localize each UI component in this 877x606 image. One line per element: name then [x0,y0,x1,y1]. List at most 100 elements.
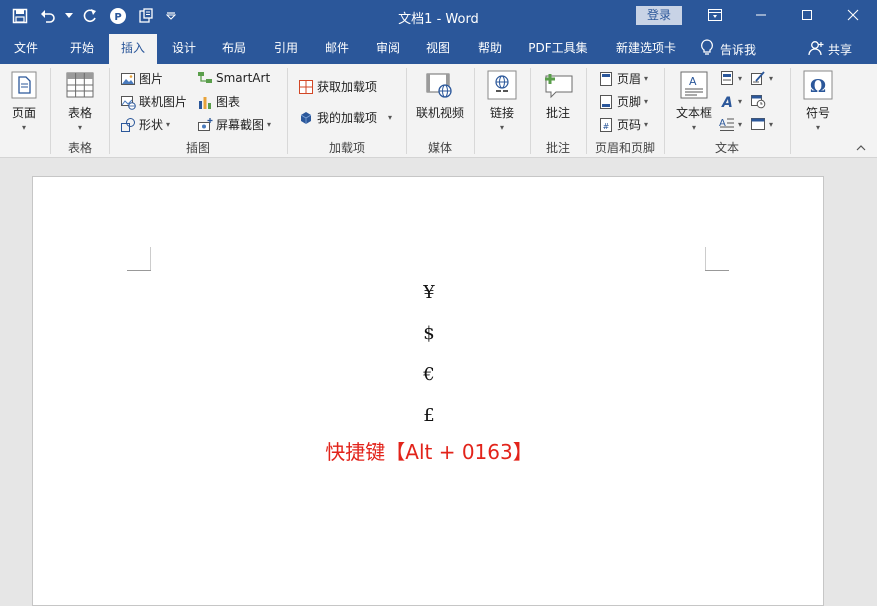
undo-icon[interactable] [36,5,60,27]
chevron-down-icon: ▾ [77,123,82,132]
tell-me-label: 告诉我 [720,42,757,57]
group-label-illustrations: 插图 [185,141,210,155]
save-icon[interactable] [8,5,32,27]
symbol-button[interactable]: Ω 符号 ▾ [800,66,836,132]
picture-label: 图片 [139,72,164,86]
form-icon[interactable] [134,5,158,27]
wordart-button[interactable]: A ▾ [719,93,742,109]
table-label: 表格 [67,106,92,120]
signature-line-button[interactable]: ▾ [750,70,773,86]
group-divider [790,68,791,154]
textbox-button[interactable]: A 文本框 ▾ [672,66,716,132]
link-icon [485,68,519,102]
ribbon-display-options-icon[interactable] [692,0,738,30]
date-time-icon [750,93,766,109]
footer-label: 页脚 [617,95,642,109]
chevron-down-icon: ▾ [644,97,649,106]
chart-label: 图表 [216,95,241,109]
tab-mailings[interactable]: 邮件 [313,34,361,64]
smartart-button[interactable]: SmartArt [197,70,270,86]
group-label-media: 媒体 [427,141,452,155]
shapes-icon [120,117,136,133]
login-button[interactable]: 登录 [636,6,682,25]
page-number-label: 页码 [617,118,642,132]
document-canvas: ¥ $ € £ 快捷键【Alt + 0163】 [0,158,877,606]
quick-access-toolbar: P [8,5,180,27]
pound-symbol: £ [423,405,435,426]
group-divider [50,68,51,154]
close-icon[interactable] [830,0,876,30]
smartart-icon [197,70,213,86]
my-addins-button[interactable]: 我的加载项 ▾ [298,109,392,126]
group-divider [474,68,475,154]
online-video-icon [423,68,457,102]
page-icon [7,68,41,102]
group-label-text: 文本 [714,141,739,155]
tab-pdf-tools[interactable]: PDF工具集 [522,34,594,64]
tell-me-search[interactable]: 告诉我 [700,34,756,64]
minimize-icon[interactable] [738,0,784,30]
chevron-down-icon: ▾ [769,119,774,129]
tab-review[interactable]: 审阅 [364,34,412,64]
tab-design[interactable]: 设计 [160,34,208,64]
share-button[interactable]: 共享 [808,34,852,64]
document-page[interactable]: ¥ $ € £ 快捷键【Alt + 0163】 [32,176,824,606]
tab-view[interactable]: 视图 [414,34,462,64]
tab-layout[interactable]: 布局 [210,34,258,64]
header-icon [598,71,614,87]
table-button[interactable]: 表格 ▾ [60,66,100,132]
link-button[interactable]: 链接 ▾ [484,66,520,132]
get-addins-label: 获取加载项 [317,80,378,94]
screenshot-button[interactable]: 屏幕截图 ▾ [197,116,271,133]
symbol-label: 符号 [805,106,830,120]
collapse-ribbon-icon[interactable] [856,144,866,155]
pages-button[interactable]: 页面 ▾ [6,66,42,132]
object-button[interactable]: ▾ [750,116,773,132]
ribbon-tab-bar: 文件 开始 插入 设计 布局 引用 邮件 审阅 视图 帮助 PDF工具集 新建选… [0,34,877,64]
chevron-down-icon: ▾ [815,123,820,132]
ribbon-insert: 页面 ▾ 表格 ▾ 表格 图片 联机图片 形状 ▾ SmartArt 图表 屏幕… [0,64,877,158]
wordart-icon: A [719,93,735,109]
person-icon [808,40,824,59]
header-button[interactable]: 页眉 ▾ [598,70,648,87]
maximize-icon[interactable] [784,0,830,30]
tab-help[interactable]: 帮助 [466,34,514,64]
group-label-addins: 加载项 [328,141,365,155]
comment-button[interactable]: 批注 [538,66,578,121]
euro-symbol: € [423,364,435,385]
redo-icon[interactable] [78,5,102,27]
share-label: 共享 [828,42,853,57]
tab-insert[interactable]: 插入 [109,34,157,64]
undo-dropdown-icon[interactable] [64,5,74,27]
online-video-label: 联机视频 [415,106,464,120]
signature-line-icon [750,70,766,86]
customize-qat-icon[interactable] [162,5,180,27]
get-addins-button[interactable]: 获取加载项 [298,78,377,95]
svg-text:P: P [114,12,121,23]
drop-cap-button[interactable]: A ▾ [719,116,742,132]
picture-button[interactable]: 图片 [120,70,163,87]
omega-icon: Ω [801,68,835,102]
online-picture-button[interactable]: 联机图片 [120,93,187,110]
tab-new-tab[interactable]: 新建选项卡 [606,34,686,64]
pdf-tool-icon[interactable]: P [106,5,130,27]
screenshot-icon [197,117,213,133]
page-number-button[interactable]: # 页码 ▾ [598,116,648,133]
footer-button[interactable]: 页脚 ▾ [598,93,648,110]
chevron-down-icon: ▾ [738,73,743,83]
date-time-button[interactable] [750,93,766,109]
object-icon [750,116,766,132]
quick-parts-button[interactable]: ▾ [719,70,742,86]
tab-home[interactable]: 开始 [58,34,106,64]
my-addins-label: 我的加载项 [317,111,378,125]
chevron-down-icon: ▾ [691,123,696,132]
shapes-button[interactable]: 形状 ▾ [120,116,170,133]
tab-file[interactable]: 文件 [2,34,50,64]
screenshot-label: 屏幕截图 [216,118,265,132]
chart-button[interactable]: 图表 [197,93,240,110]
group-label-comments: 批注 [545,141,570,155]
online-video-button[interactable]: 联机视频 [413,66,467,121]
dollar-symbol: $ [423,323,435,344]
shapes-label: 形状 [139,118,164,132]
tab-references[interactable]: 引用 [262,34,310,64]
